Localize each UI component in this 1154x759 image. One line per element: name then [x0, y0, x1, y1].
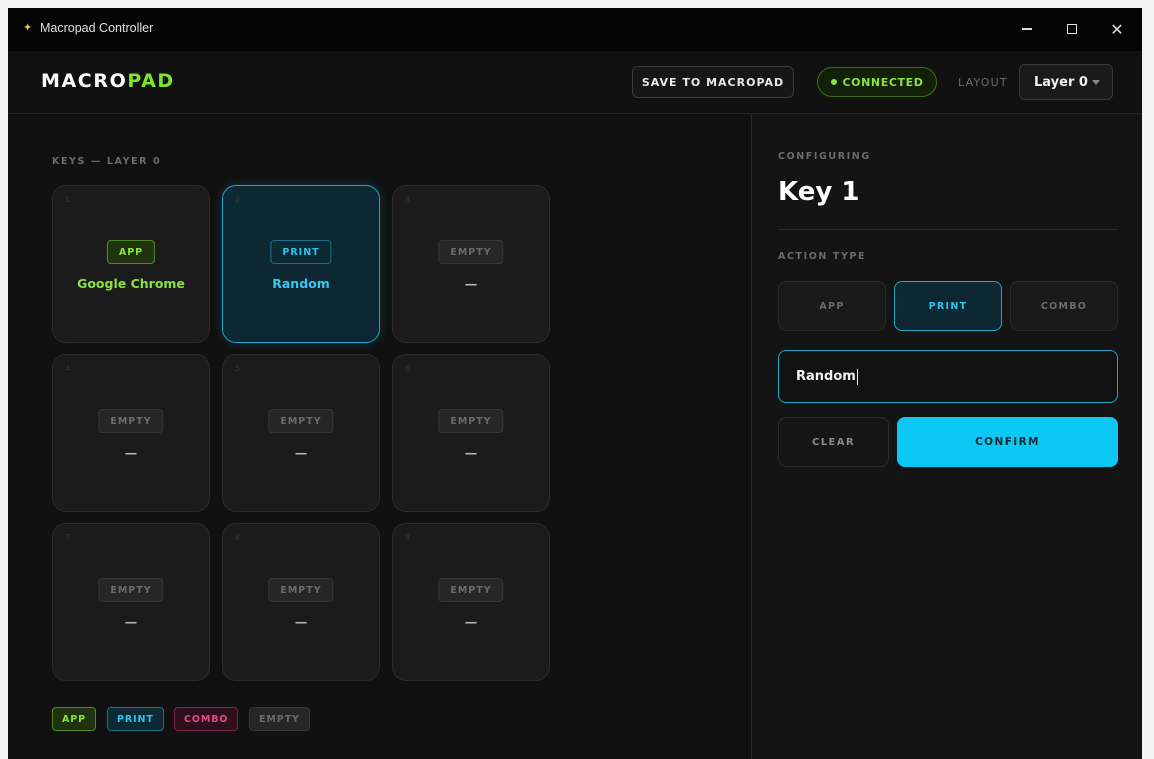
key-value: Random [272, 276, 330, 291]
key-type-tag: EMPTY [268, 578, 334, 602]
layout-select-value: Layer 0 [1034, 74, 1088, 90]
key-type-tag: EMPTY [268, 409, 334, 433]
logo-accent: PAD [127, 70, 175, 92]
action-type-print-button[interactable]: PRINT [894, 281, 1002, 331]
key-index: 7 [65, 533, 71, 542]
config-title: Key 1 [778, 177, 860, 207]
key-type-tag: EMPTY [98, 409, 164, 433]
maximize-icon [1067, 24, 1077, 34]
app-header: MACROPAD SAVE TO MACROPAD CONNECTED LAYO… [8, 51, 1142, 114]
key-slot-7[interactable]: 7 EMPTY — [52, 523, 210, 681]
key-slot-6[interactable]: 6 EMPTY — [392, 354, 550, 512]
key-index: 4 [65, 364, 71, 373]
key-value: — [294, 445, 308, 460]
keys-panel: KEYS — LAYER 0 1 APP Google Chrome 2 PRI… [8, 114, 751, 759]
window-title: Macropad Controller [40, 21, 154, 35]
minimize-button[interactable] [1012, 16, 1042, 42]
action-text-value: Random [796, 369, 856, 384]
key-index: 1 [65, 195, 71, 204]
action-type-label: ACTION TYPE [778, 251, 867, 262]
close-icon: ✕ [1110, 19, 1124, 39]
key-slot-5[interactable]: 5 EMPTY — [222, 354, 380, 512]
key-value: — [124, 614, 138, 629]
key-slot-4[interactable]: 4 EMPTY — [52, 354, 210, 512]
action-text-input[interactable]: Random [778, 350, 1118, 403]
key-index: 2 [235, 195, 241, 204]
key-type-tag: EMPTY [438, 578, 504, 602]
logo: MACROPAD [41, 70, 175, 92]
action-type-combo-button[interactable]: COMBO [1010, 281, 1118, 331]
config-panel: CONFIGURING Key 1 ACTION TYPE APP PRINT … [751, 114, 1142, 759]
key-value: Google Chrome [77, 276, 185, 291]
key-slot-8[interactable]: 8 EMPTY — [222, 523, 380, 681]
legend-empty: EMPTY [249, 707, 310, 731]
key-type-tag: EMPTY [98, 578, 164, 602]
key-value: — [464, 445, 478, 460]
key-slot-9[interactable]: 9 EMPTY — [392, 523, 550, 681]
key-type-tag: EMPTY [438, 409, 504, 433]
save-to-macropad-button[interactable]: SAVE TO MACROPAD [632, 66, 794, 98]
legend-print: PRINT [107, 707, 164, 731]
key-index: 5 [235, 364, 241, 373]
maximize-button[interactable] [1057, 16, 1087, 42]
close-button[interactable]: ✕ [1102, 16, 1132, 42]
key-value: — [124, 445, 138, 460]
action-type-app-button[interactable]: APP [778, 281, 886, 331]
key-type-tag: EMPTY [438, 240, 504, 264]
key-index: 6 [405, 364, 411, 373]
connection-status-label: CONNECTED [842, 75, 924, 89]
legend-app: APP [52, 707, 96, 731]
configuring-label: CONFIGURING [778, 151, 871, 162]
layout-select[interactable]: Layer 0 [1019, 64, 1113, 100]
text-cursor [856, 368, 858, 385]
key-index: 3 [405, 195, 411, 204]
status-dot-icon [830, 79, 837, 85]
key-value: — [294, 614, 308, 629]
key-slot-2[interactable]: 2 PRINT Random [222, 185, 380, 343]
key-value: — [464, 614, 478, 629]
connection-status-badge: CONNECTED [817, 67, 937, 97]
key-index: 8 [235, 533, 241, 542]
minimize-icon [1022, 28, 1032, 30]
key-index: 9 [405, 533, 411, 542]
layout-label: LAYOUT [958, 76, 1008, 89]
chevron-down-icon [1092, 80, 1100, 85]
title-bar: ✦ Macropad Controller ✕ [8, 8, 1142, 51]
key-slot-3[interactable]: 3 EMPTY — [392, 185, 550, 343]
key-type-tag: PRINT [270, 240, 332, 264]
key-type-tag: APP [106, 240, 156, 264]
keys-section-label: KEYS — LAYER 0 [52, 156, 162, 167]
clear-button[interactable]: CLEAR [778, 417, 889, 467]
logo-main: MACRO [41, 70, 128, 92]
key-slot-1[interactable]: 1 APP Google Chrome [52, 185, 210, 343]
app-window: ✦ Macropad Controller ✕ MACROPAD SAVE TO… [8, 8, 1142, 759]
confirm-button[interactable]: CONFIRM [897, 417, 1118, 467]
legend-combo: COMBO [174, 707, 239, 731]
divider [778, 229, 1118, 230]
key-value: — [464, 276, 478, 291]
app-icon: ✦ [23, 21, 33, 34]
